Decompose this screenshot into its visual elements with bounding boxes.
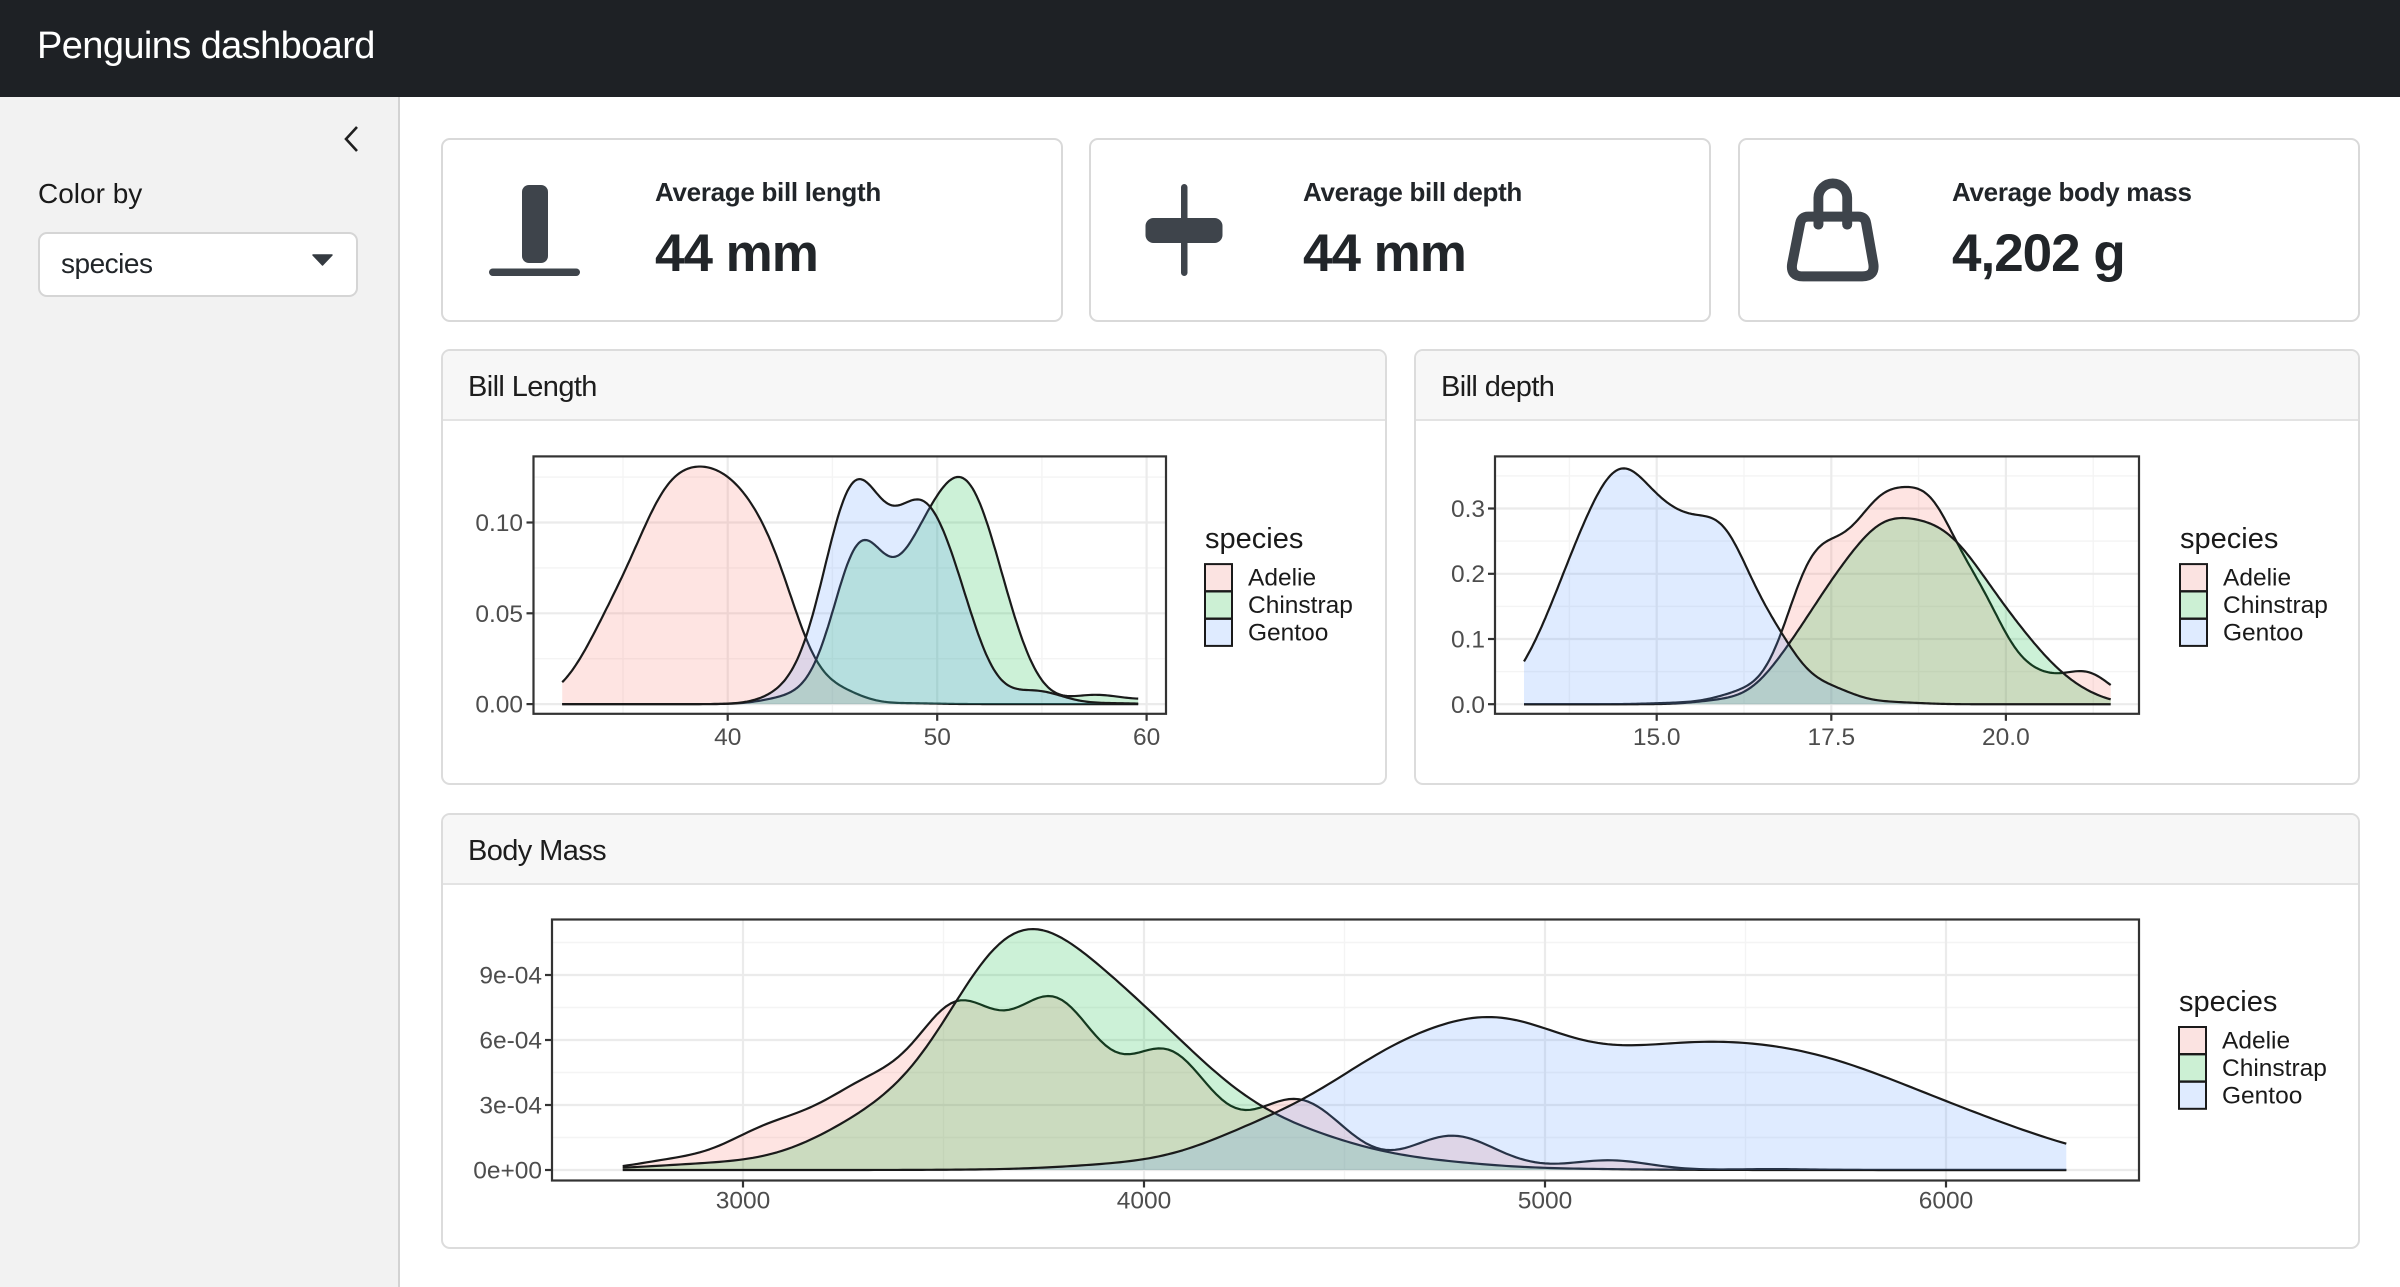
svg-text:species: species — [1205, 523, 1303, 555]
svg-text:3000: 3000 — [716, 1188, 771, 1215]
svg-text:Chinstrap: Chinstrap — [2223, 592, 2328, 619]
svg-text:60: 60 — [1133, 724, 1160, 751]
svg-text:6e-04: 6e-04 — [479, 1028, 542, 1055]
svg-text:Chinstrap: Chinstrap — [2222, 1055, 2327, 1082]
svg-text:Adelie: Adelie — [1248, 565, 1316, 592]
svg-text:0.05: 0.05 — [475, 601, 523, 628]
svg-text:Adelie: Adelie — [2223, 565, 2291, 592]
svg-text:6000: 6000 — [1919, 1188, 1974, 1215]
svg-text:0.0: 0.0 — [1451, 692, 1485, 719]
svg-text:species: species — [2179, 986, 2277, 1018]
svg-text:0.3: 0.3 — [1451, 496, 1485, 523]
svg-text:species: species — [2180, 523, 2278, 555]
svg-text:0.00: 0.00 — [475, 692, 523, 719]
svg-text:5000: 5000 — [1518, 1188, 1573, 1215]
svg-text:Chinstrap: Chinstrap — [1248, 592, 1353, 619]
svg-text:Adelie: Adelie — [2222, 1028, 2290, 1055]
svg-text:20.0: 20.0 — [1982, 724, 2030, 751]
svg-text:0.10: 0.10 — [475, 510, 523, 537]
svg-text:0.2: 0.2 — [1451, 561, 1485, 588]
svg-text:0.1: 0.1 — [1451, 627, 1485, 654]
svg-text:9e-04: 9e-04 — [479, 963, 542, 990]
svg-text:50: 50 — [924, 724, 951, 751]
svg-text:0e+00: 0e+00 — [473, 1158, 542, 1185]
svg-text:Gentoo: Gentoo — [1248, 619, 1328, 646]
svg-text:3e-04: 3e-04 — [479, 1093, 542, 1120]
svg-text:Gentoo: Gentoo — [2223, 619, 2303, 646]
svg-text:40: 40 — [714, 724, 741, 751]
svg-text:4000: 4000 — [1117, 1188, 1172, 1215]
svg-text:Gentoo: Gentoo — [2222, 1082, 2302, 1109]
svg-text:15.0: 15.0 — [1633, 724, 1681, 751]
svg-text:17.5: 17.5 — [1807, 724, 1855, 751]
